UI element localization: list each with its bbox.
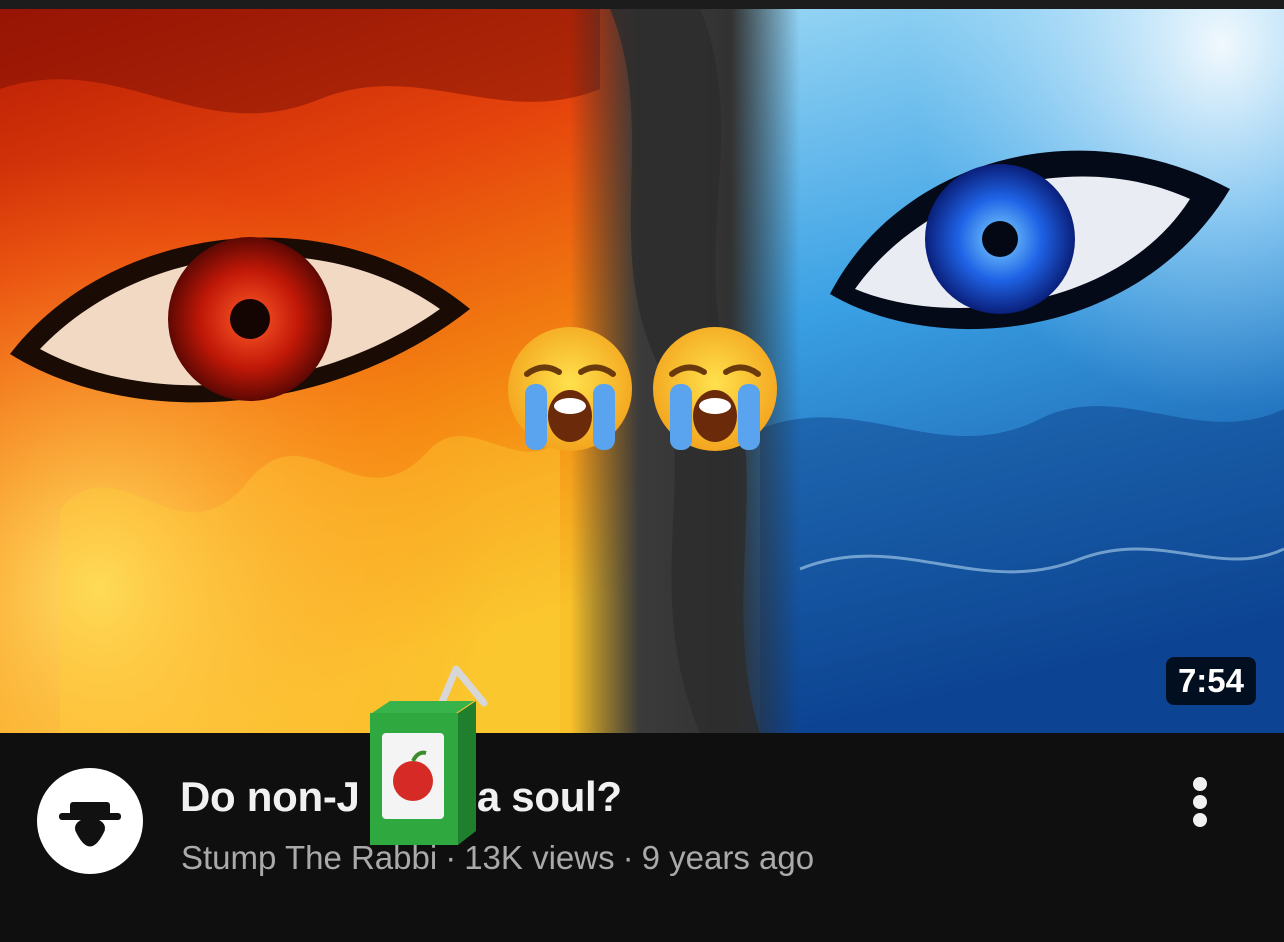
video-thumbnail[interactable]: 7:54 bbox=[0, 9, 1284, 733]
thumbnail-art bbox=[0, 9, 1284, 733]
juice-box-icon bbox=[370, 665, 488, 845]
video-meta: Do non-J have a soul? Stump The Rabbi · 13… bbox=[0, 733, 1284, 942]
upload-age: 9 years ago bbox=[641, 839, 815, 876]
channel-avatar[interactable] bbox=[37, 768, 143, 874]
video-card: 7:54 Do non-J have a soul? Stump The Rab… bbox=[0, 0, 1284, 942]
title-part-1: Do non-J bbox=[180, 773, 360, 820]
video-subtitle: Stump The Rabbi · 13K views · 9 years ago bbox=[181, 839, 814, 877]
more-vertical-icon bbox=[1193, 777, 1207, 791]
more-vertical-icon bbox=[1193, 813, 1207, 827]
separator: · bbox=[622, 839, 634, 876]
duration-badge: 7:54 bbox=[1165, 656, 1256, 705]
loudly-crying-face-icon bbox=[508, 327, 632, 451]
top-edge bbox=[0, 0, 1284, 9]
rabbi-silhouette-icon bbox=[59, 802, 121, 847]
more-vertical-icon bbox=[1193, 795, 1207, 809]
more-options-button[interactable] bbox=[1180, 765, 1220, 835]
loudly-crying-face-icon bbox=[653, 327, 777, 451]
